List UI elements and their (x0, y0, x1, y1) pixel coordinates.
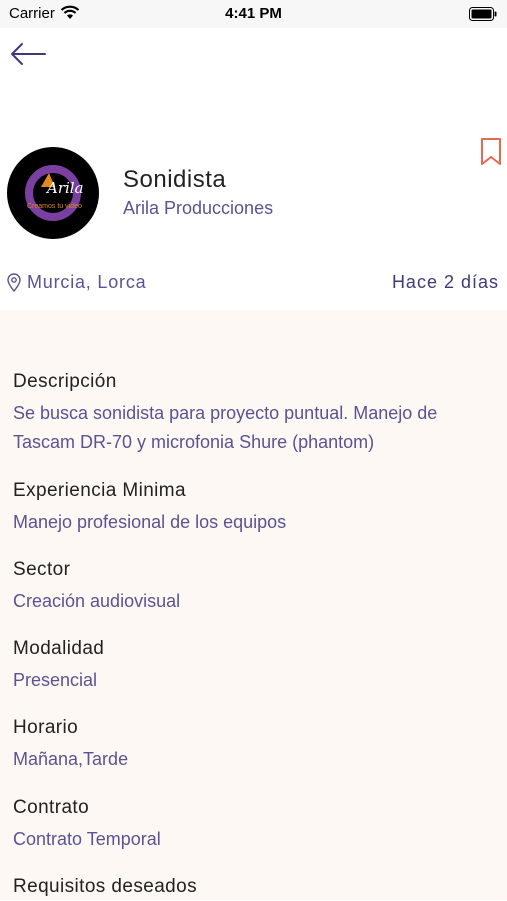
section-value: Se busca sonidista para proyecto puntual… (13, 403, 438, 452)
back-button[interactable] (8, 40, 48, 70)
company-logo: Arila Creamos tu video (7, 147, 99, 239)
details-panel: Descripción Se busca sonidista para proy… (0, 310, 507, 900)
section-label: Contrato (13, 797, 90, 818)
logo-text: Arila (47, 179, 84, 197)
logo-tagline: Creamos tu video (27, 203, 82, 210)
section-label: Requisitos deseados (13, 876, 197, 897)
arrow-left-icon (11, 43, 46, 65)
posted-time: Hace 2 días (391, 272, 499, 292)
location-row: Murcia, Lorca (7, 272, 146, 293)
section-schedule: Horario Mañana,Tarde (13, 714, 493, 774)
section-value: Creación audiovisual (13, 591, 181, 611)
location-text: Murcia, Lorca (27, 272, 147, 292)
section-experience: Experiencia Minima Manejo profesional de… (13, 477, 493, 537)
bookmark-button[interactable] (478, 137, 504, 167)
job-title: Sonidista (123, 166, 227, 193)
section-sector: Sector Creación audiovisual (13, 556, 493, 616)
location-pin-icon (7, 272, 21, 292)
section-label: Experiencia Minima (13, 480, 186, 501)
section-label: Modalidad (13, 638, 105, 659)
status-bar: Carrier 4:41 PM (0, 0, 507, 28)
section-requirements: Requisitos deseados (13, 873, 493, 901)
section-contract: Contrato Contrato Temporal (13, 794, 493, 854)
section-description: Descripción Se busca sonidista para proy… (13, 368, 493, 457)
section-value: Mañana,Tarde (13, 749, 129, 769)
status-time: 4:41 PM (225, 5, 282, 22)
section-label: Sector (13, 559, 71, 580)
company-name[interactable]: Arila Producciones (123, 198, 273, 219)
section-value: Contrato Temporal (13, 829, 161, 849)
battery-icon (469, 7, 497, 26)
section-label: Horario (13, 717, 79, 738)
bookmark-icon (481, 138, 501, 165)
section-value: Presencial (13, 670, 98, 690)
section-value: Manejo profesional de los equipos (13, 512, 287, 532)
section-label: Descripción (13, 371, 117, 392)
section-modality: Modalidad Presencial (13, 635, 493, 695)
